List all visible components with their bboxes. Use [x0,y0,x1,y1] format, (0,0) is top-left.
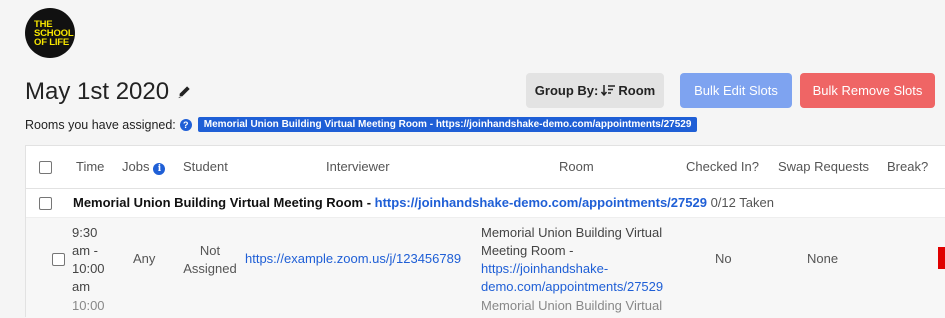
info-icon[interactable]: i [153,163,166,175]
slot-student: Not Assigned [180,242,240,278]
slot-student-line-2: Assigned [183,261,237,276]
interviewer-link[interactable]: https://example.zoom.us/j/123456789 [245,251,461,266]
group-by-button[interactable]: Group By: Room [526,73,664,108]
row-checkbox[interactable] [52,253,65,266]
break-toggle[interactable] [938,247,945,269]
slot-swap-requests: None [807,251,839,266]
room-group-row: Memorial Union Building Virtual Meeting … [26,189,945,218]
page-title: May 1st 2020 [25,78,170,105]
slot-time-line-1: 9:30 [72,225,98,240]
room-badge: Memorial Union Building Virtual Meeting … [197,117,698,132]
bulk-edit-slots-button[interactable]: Bulk Edit Slots [680,73,792,108]
logo-line-3: OF LIFE [34,36,70,48]
slot-time-line-4: am [72,279,91,294]
slot-room-line-2: Meeting Room - [481,243,574,258]
room-group-name: Memorial Union Building Virtual Meeting … [73,195,375,210]
group-checkbox[interactable] [39,197,52,210]
header-jobs[interactable]: Jobs i [122,159,166,175]
slot-time-line-2: am - [72,243,98,258]
sort-icon [601,84,616,96]
select-all-checkbox[interactable] [39,161,52,174]
slot-checked-in: No [715,251,732,266]
table-header: Time Jobs i Student Interviewer Room Chec… [26,146,945,189]
room-group-link[interactable]: https://joinhandshake-demo.com/appointme… [375,195,707,210]
next-slot-time: 10:00 [72,298,105,313]
slots-table: Time Jobs i Student Interviewer Room Chec… [25,145,945,318]
pencil-icon[interactable] [177,85,191,99]
room-group-title: Memorial Union Building Virtual Meeting … [73,195,774,210]
group-by-label: Group By: [534,83,599,98]
slot-room-link-line-2[interactable]: demo.com/appointments/27529 [481,278,663,296]
slot-time: 9:30 am - 10:00 am [72,224,112,296]
header-break[interactable]: Break? [887,159,928,174]
header-room[interactable]: Room [559,159,594,174]
header-jobs-label: Jobs [122,159,150,174]
taken-count: 0/12 Taken [710,195,774,210]
slot-room-line-1: Memorial Union Building Virtual [481,225,663,240]
next-slot-room: Memorial Union Building Virtual [481,298,663,313]
slot-room-link-line-1[interactable]: https://joinhandshake- [481,260,663,278]
slot-student-line-1: Not [199,243,221,258]
header-time[interactable]: Time [76,159,104,174]
group-by-value: Room [618,83,656,98]
assigned-rooms-label: Rooms you have assigned: [25,117,176,132]
header-checked-in[interactable]: Checked In? [686,159,759,174]
school-of-life-logo[interactable]: THE SCHOOL OF LIFE [25,8,75,58]
header-interviewer[interactable]: Interviewer [326,159,390,174]
assigned-rooms: Rooms you have assigned: ? Memorial Unio… [25,117,698,132]
slot-time-line-3: 10:00 [72,261,105,276]
slot-jobs: Any [133,251,156,266]
slot-room: Memorial Union Building Virtual Meeting … [481,224,663,296]
page-title-row: May 1st 2020 [25,78,191,106]
header-student[interactable]: Student [183,159,228,174]
header-swap-requests[interactable]: Swap Requests [778,159,869,174]
bulk-remove-slots-button[interactable]: Bulk Remove Slots [800,73,935,108]
help-icon[interactable]: ? [179,118,192,131]
